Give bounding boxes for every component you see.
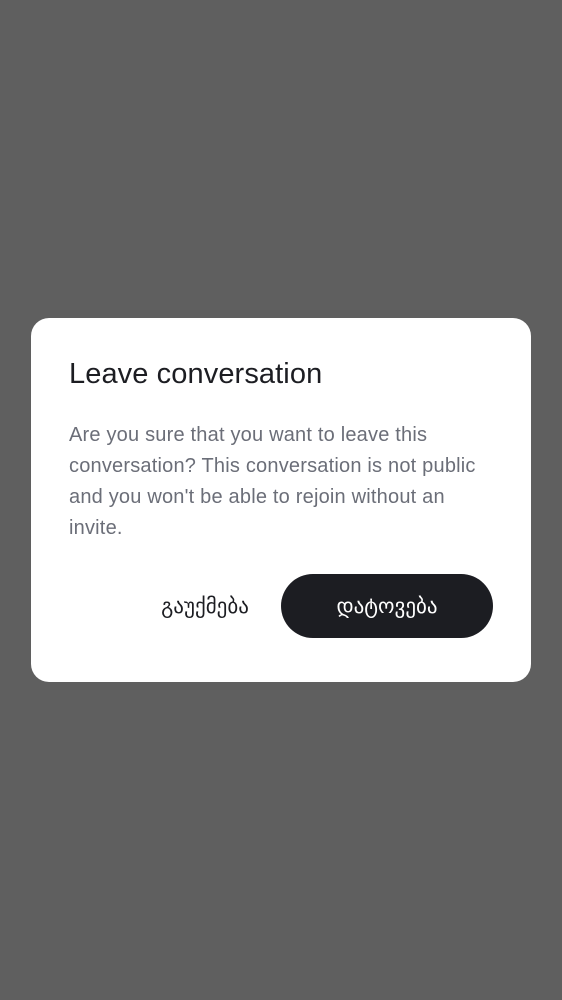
leave-conversation-dialog: Leave conversation Are you sure that you…	[31, 318, 531, 682]
cancel-button[interactable]: გაუქმება	[115, 574, 295, 638]
dialog-title: Leave conversation	[69, 358, 323, 390]
dialog-message: Are you sure that you want to leave this…	[69, 424, 476, 539]
leave-button[interactable]: დატოვება	[281, 574, 493, 638]
